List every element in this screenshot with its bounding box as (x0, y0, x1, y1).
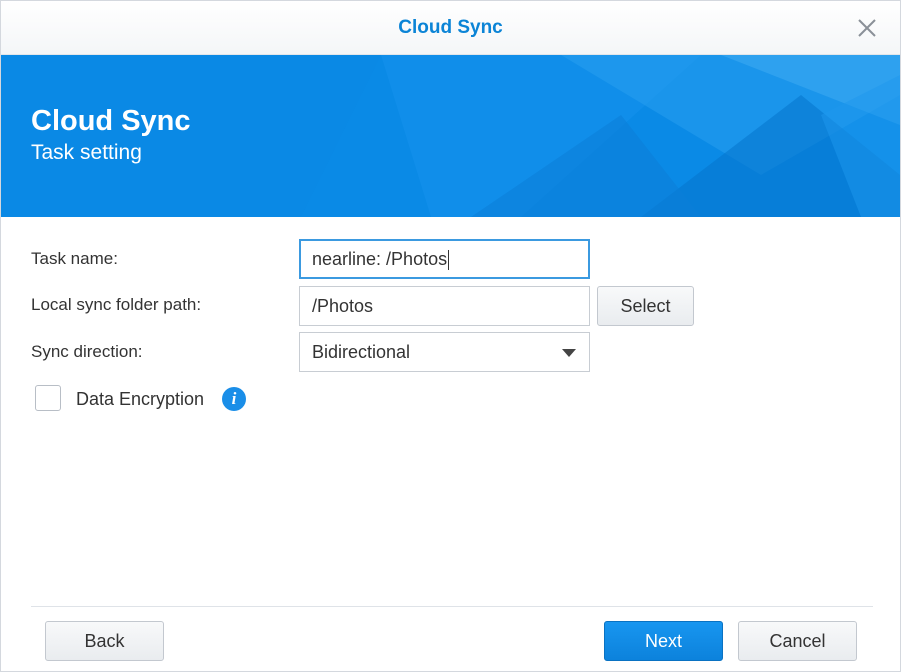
local-path-value: /Photos (312, 296, 374, 316)
local-path-input[interactable]: /Photos (299, 286, 590, 326)
next-button[interactable]: Next (604, 621, 723, 661)
text-caret (448, 250, 450, 271)
cancel-button[interactable]: Cancel (738, 621, 857, 661)
close-icon[interactable] (856, 17, 878, 39)
task-name-label: Task name: (31, 249, 118, 268)
data-encryption-label: Data Encryption (76, 389, 205, 409)
local-path-label: Local sync folder path: (31, 295, 202, 314)
task-name-value: nearline: /Photos (312, 249, 448, 269)
header-banner: Cloud Sync Task setting (1, 55, 900, 217)
sync-direction-label: Sync direction: (31, 342, 143, 361)
chevron-down-icon (562, 349, 576, 357)
banner-heading: Cloud Sync (31, 105, 191, 137)
info-icon[interactable]: i (222, 387, 246, 411)
sync-direction-select[interactable]: Bidirectional (299, 332, 590, 372)
banner-subheading: Task setting (31, 141, 142, 164)
cloud-sync-dialog: Cloud Sync Cloud Sync Task setting Task … (0, 0, 901, 672)
window-title: Cloud Sync (398, 17, 503, 38)
task-name-input[interactable]: nearline: /Photos (299, 239, 590, 279)
select-folder-button[interactable]: Select (597, 286, 694, 326)
title-bar: Cloud Sync (1, 1, 900, 55)
footer-divider (31, 606, 873, 607)
data-encryption-checkbox[interactable] (35, 385, 61, 411)
back-button[interactable]: Back (45, 621, 164, 661)
sync-direction-value: Bidirectional (312, 342, 411, 362)
